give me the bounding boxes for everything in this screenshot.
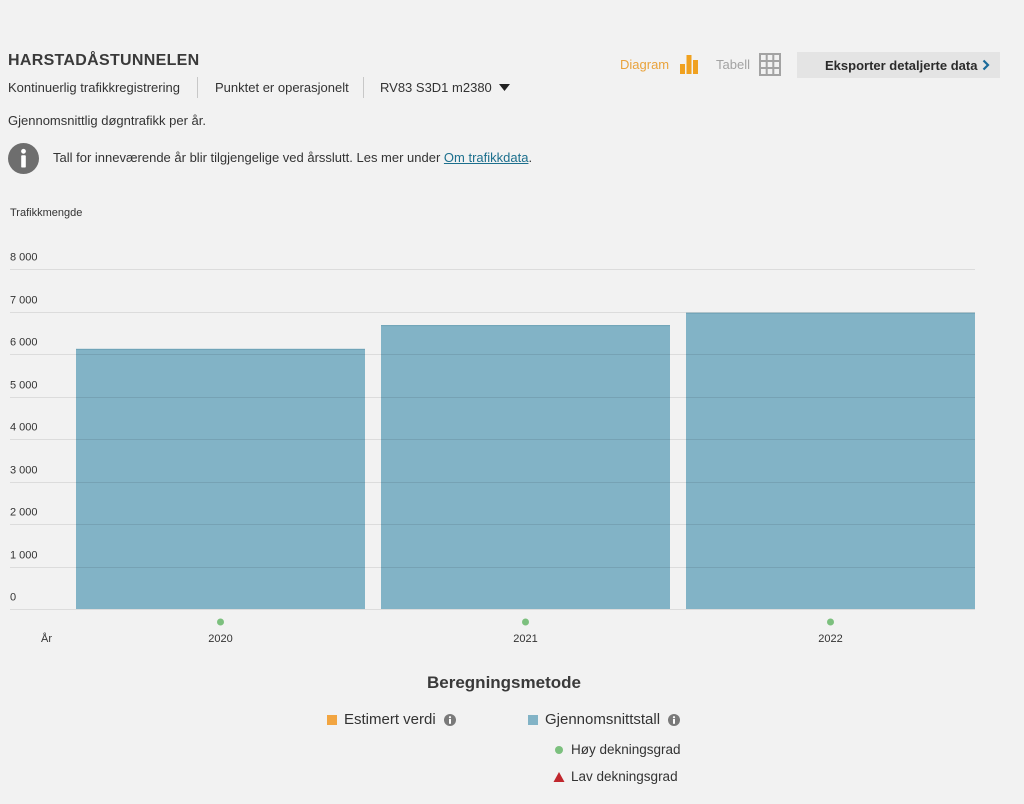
legend-label: Lav dekningsgrad [571,769,678,784]
road-reference-value: RV83 S3D1 m2380 [380,80,492,95]
legend-label: Gjennomsnittstall [545,711,661,728]
bars-group [76,312,975,609]
grid-icon [758,53,781,76]
legend-item-low-coverage: Lav dekningsgrad [553,769,678,785]
export-button-label: Eksporter detaljerte data [825,57,978,73]
bar[interactable] [76,348,365,609]
x-tick-label: 2022 [818,633,842,645]
legend-label: Estimert verdi [344,711,436,728]
x-axis-title: År [41,632,52,645]
separator [363,77,364,98]
legend-item-estimated: Estimert verdi [327,711,456,729]
diagram-label: Diagram [620,57,670,72]
diagram-view-toggle[interactable]: Diagram [620,53,699,76]
y-tick-label: 5 000 [10,380,38,392]
dot-icon [555,746,563,754]
legend-title: Beregningsmetode [427,673,581,692]
road-reference-dropdown[interactable]: RV83 S3D1 m2380 [380,79,510,96]
chevron-right-icon [982,59,990,71]
table-view-toggle[interactable]: Tabell [716,53,781,76]
y-tick-label: 4 000 [10,422,38,434]
high-coverage-marker [522,618,529,626]
bar-chart-icon [680,55,699,74]
operational-status: Punktet er operasjonelt [215,80,349,95]
estimated-color-swatch [327,715,337,725]
legend-item-average: Gjennomsnittstall [528,711,681,729]
registration-type: Kontinuerlig trafikkregistrering [8,80,180,95]
triangle-icon [553,772,565,782]
y-tick-label: 8 000 [10,252,38,264]
bar[interactable] [686,312,975,609]
y-tick-label: 6 000 [10,337,38,349]
export-detailed-data-button[interactable]: Eksporter detaljerte data [797,52,1000,78]
x-tick-label: 2020 [208,633,232,645]
notice-text: Tall for inneværende år blir tilgjengeli… [53,150,532,166]
average-color-swatch [528,715,538,725]
info-icon [8,143,39,174]
y-tick-label: 7 000 [10,295,38,307]
bar[interactable] [381,325,670,609]
notice-end: . [528,150,533,165]
high-coverage-marker [217,618,224,626]
notice-message: Tall for inneværende år blir tilgjengeli… [53,150,444,165]
y-tick-label: 3 000 [10,465,38,477]
y-tick-label: 0 [10,592,16,604]
y-tick-label: 1 000 [10,550,38,562]
chart-description: Gjennomsnittlig døgntrafikk per år. [8,113,206,128]
high-coverage-marker [827,618,834,626]
table-label: Tabell [716,57,750,72]
legend-label: Høy dekningsgrad [571,742,681,757]
caret-down-icon [498,84,510,91]
info-icon[interactable] [668,714,681,726]
x-tick-label: 2021 [513,633,537,645]
separator [197,77,198,98]
info-icon[interactable] [443,714,456,726]
y-tick-label: 2 000 [10,507,38,519]
about-traffic-data-link[interactable]: Om trafikkdata [444,150,529,165]
traffic-bar-chart: 0 1 000 2 000 3 000 4 000 5 000 6 000 7 000 8 00… [10,252,975,645]
legend-item-high-coverage: Høy dekningsgrad [553,742,681,758]
page-title: HARSTADÅSTUNNELEN [8,52,200,69]
